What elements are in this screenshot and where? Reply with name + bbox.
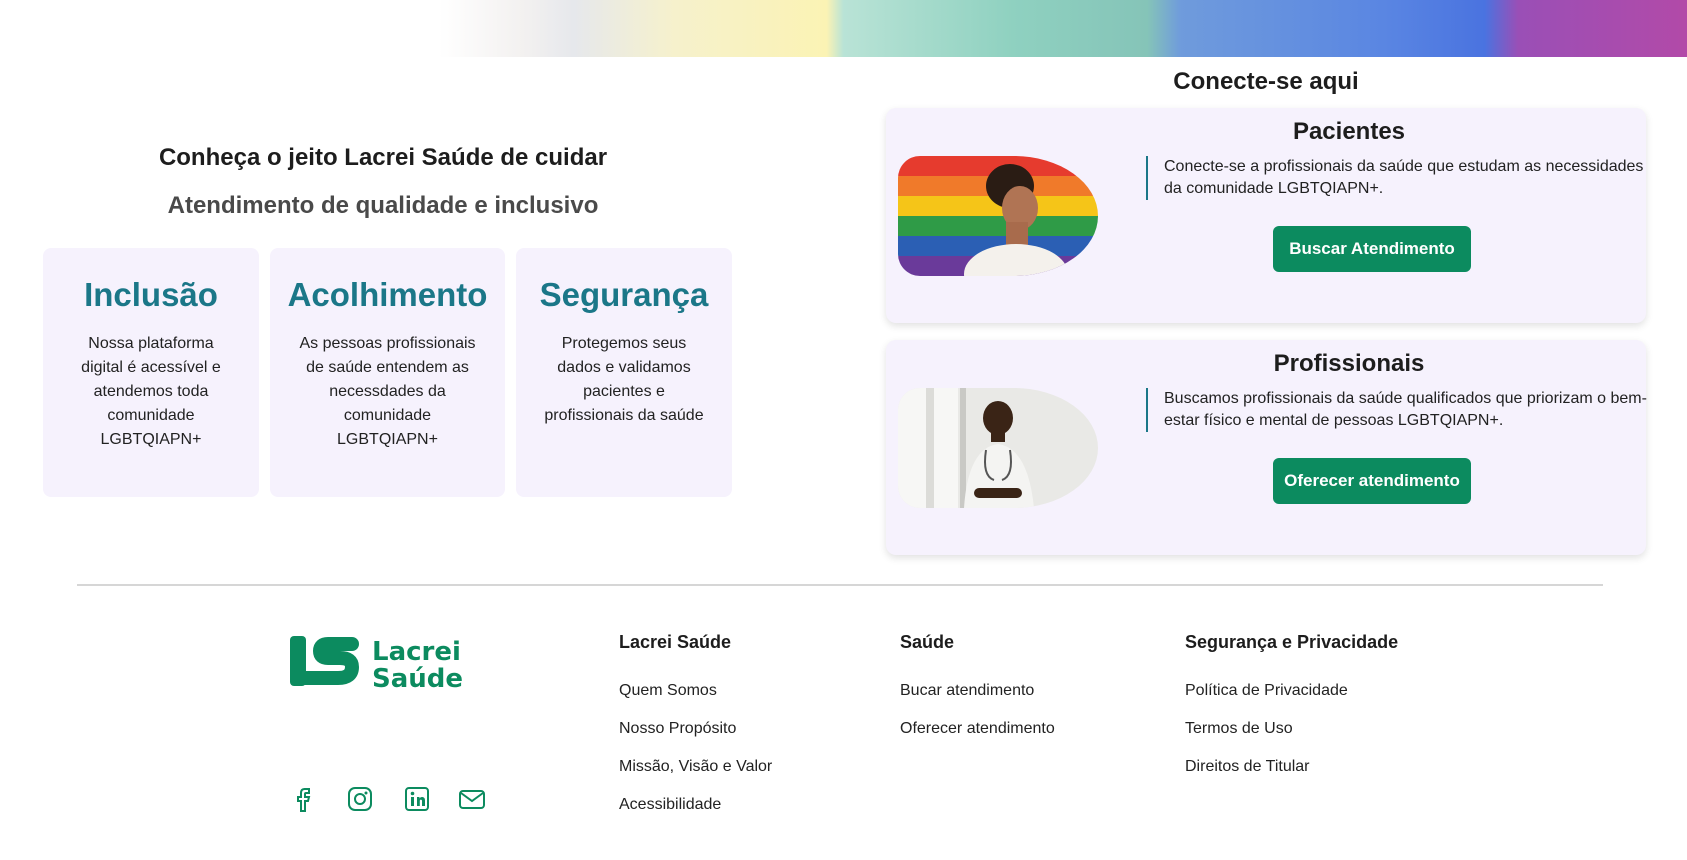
footer-link-termos[interactable]: Termos de Uso — [1185, 720, 1293, 738]
value-card-seguranca: Segurança Protegemos seus dados e valida… — [516, 248, 732, 497]
hero-title: Conheça o jeito Lacrei Saúde de cuidar — [158, 144, 608, 171]
patients-title: Pacientes — [1292, 118, 1406, 145]
value-title: Inclusão — [84, 276, 218, 313]
value-card-inclusao: Inclusão Nossa plataforma digital é aces… — [43, 248, 259, 497]
svg-text:Saúde: Saúde — [372, 664, 463, 690]
footer-divider — [77, 584, 1603, 586]
facebook-icon[interactable] — [290, 785, 318, 813]
value-text: Nossa plataforma digital é acessível e a… — [81, 335, 221, 448]
footer-link-privacidade[interactable]: Política de Privacidade — [1185, 682, 1348, 700]
footer-link-acessibilidade[interactable]: Acessibilidade — [619, 796, 721, 814]
patients-text: Conecte-se a profissionais da saúde que … — [1146, 156, 1656, 200]
value-title: Acolhimento — [287, 276, 488, 313]
footer-col-lacrei: Lacrei Saúde Quem Somos Nosso Propósito … — [619, 632, 772, 813]
svg-text:Lacrei: Lacrei — [372, 637, 461, 667]
top-gradient-banner — [0, 0, 1687, 57]
footer-col-title: Segurança e Privacidade — [1185, 632, 1399, 652]
professionals-title: Profissionais — [1273, 350, 1425, 377]
value-card-acolhimento: Acolhimento As pessoas profissionais de … — [270, 248, 505, 497]
patient-photo — [898, 156, 1098, 276]
email-icon[interactable] — [458, 785, 486, 813]
patients-card: Pacientes Conecte-se a profissionais da … — [886, 108, 1646, 323]
footer-link-quem-somos[interactable]: Quem Somos — [619, 682, 717, 700]
footer-link-oferecer[interactable]: Oferecer atendimento — [900, 720, 1055, 738]
footer-col-seguranca: Segurança e Privacidade Política de Priv… — [1185, 632, 1399, 775]
footer-link-missao[interactable]: Missão, Visão e Valor — [619, 758, 772, 776]
connect-title: Conecte-se aqui — [1173, 68, 1359, 95]
footer-col-title: Lacrei Saúde — [619, 632, 732, 652]
find-care-button[interactable]: Buscar Atendimento — [1273, 226, 1471, 272]
value-text: Protegemos seus dados e validamos pacien… — [544, 335, 704, 424]
footer-link-proposito[interactable]: Nosso Propósito — [619, 720, 736, 738]
linkedin-icon[interactable] — [403, 785, 431, 813]
value-title: Segurança — [539, 276, 709, 313]
footer-link-titular[interactable]: Direitos de Titular — [1185, 758, 1310, 776]
professionals-card: Profissionais Buscamos profissionais da … — [886, 340, 1647, 555]
footer-col-saude: Saúde Bucar atendimento Oferecer atendim… — [900, 632, 1055, 737]
hero-subtitle: Atendimento de qualidade e inclusivo — [167, 192, 599, 219]
footer-link-buscar[interactable]: Bucar atendimento — [900, 682, 1034, 700]
value-text: As pessoas profissionais de saúde entend… — [299, 335, 476, 448]
professionals-text: Buscamos profissionais da saúde qualific… — [1146, 388, 1656, 432]
professional-photo — [898, 388, 1098, 508]
lacrei-logo[interactable]: Lacrei Saúde — [290, 636, 480, 695]
footer-col-title: Saúde — [900, 632, 955, 652]
offer-care-button[interactable]: Oferecer atendimento — [1273, 458, 1471, 504]
instagram-icon[interactable] — [346, 785, 374, 813]
